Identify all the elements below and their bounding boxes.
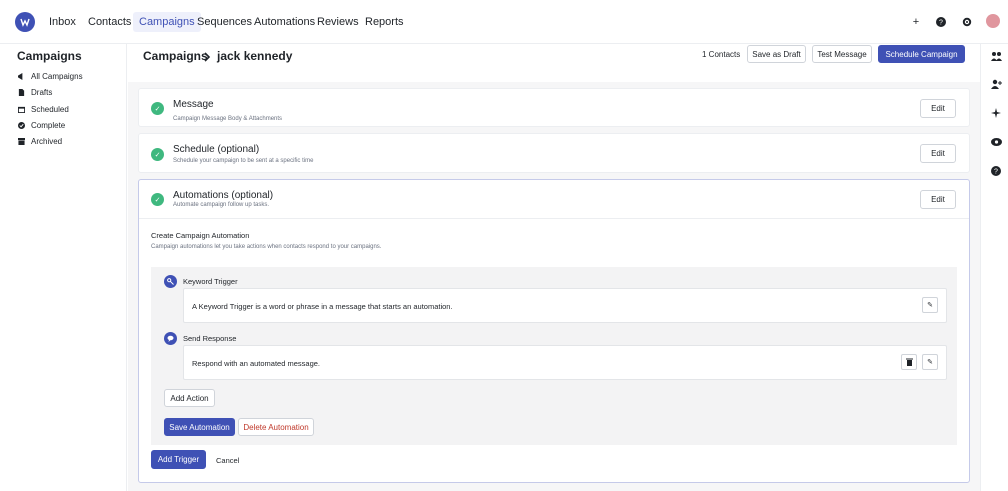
sidebar-item-archived[interactable]: Archived [18, 137, 62, 146]
divider [139, 218, 969, 219]
nav-inbox[interactable]: Inbox [49, 12, 76, 32]
add-action-button[interactable]: Add Action [164, 389, 215, 407]
sidebar-item-complete[interactable]: Complete [18, 121, 65, 130]
document-icon [18, 89, 25, 96]
sidebar-item-drafts[interactable]: Drafts [18, 88, 52, 97]
step-subtitle: Campaign Message Body & Attachments [173, 116, 283, 122]
main-content: ✓ Message Campaign Message Body & Attach… [128, 82, 980, 491]
edit-message-button[interactable]: Edit [920, 99, 956, 118]
trigger-label: Keyword Trigger [183, 277, 238, 286]
action-label: Send Response [183, 334, 237, 343]
step-title: Message [173, 99, 214, 110]
help-icon[interactable]: ? [934, 15, 948, 29]
sidebar-item-label: Drafts [31, 88, 53, 97]
trigger-text: A Keyword Trigger is a word or phrase in… [192, 302, 453, 311]
sidebar-item-label: Archived [31, 137, 63, 146]
gear-icon[interactable] [960, 15, 974, 29]
sparkle-icon[interactable] [990, 107, 1002, 119]
group-icon[interactable] [990, 50, 1002, 62]
nav-automations[interactable]: Automations [254, 12, 315, 32]
breadcrumb-current: jack kennedy [217, 49, 293, 63]
check-icon: ✓ [151, 193, 164, 206]
edit-icon[interactable]: ✎ [922, 354, 938, 370]
check-icon: ✓ [151, 102, 164, 115]
cancel-button[interactable]: Cancel [216, 456, 239, 465]
chat-icon [164, 332, 177, 345]
edit-icon[interactable]: ✎ [922, 297, 938, 313]
calendar-icon [18, 106, 25, 113]
sidebar-title: Campaigns [17, 49, 82, 63]
action-text: Respond with an automated message. [192, 359, 320, 368]
sidebar-item-all-campaigns[interactable]: All Campaigns [18, 72, 83, 81]
edit-automations-button[interactable]: Edit [920, 190, 956, 209]
nav-contacts[interactable]: Contacts [88, 12, 131, 32]
add-trigger-button[interactable]: Add Trigger [151, 450, 206, 469]
sidebar-item-label: All Campaigns [31, 72, 83, 81]
svg-text:?: ? [994, 169, 998, 176]
sidebar-item-label: Complete [31, 121, 66, 130]
right-rail: ? [980, 44, 1008, 491]
archive-icon [18, 138, 25, 145]
nav-reports[interactable]: Reports [365, 12, 404, 32]
nav-reviews[interactable]: Reviews [317, 12, 359, 32]
save-draft-button[interactable]: Save as Draft [747, 45, 806, 63]
test-message-button[interactable]: Test Message [812, 45, 872, 63]
trash-icon[interactable] [901, 354, 917, 370]
check-circle-icon [18, 122, 25, 129]
plus-icon[interactable]: + [909, 15, 923, 29]
app-logo[interactable] [15, 12, 35, 32]
check-icon: ✓ [151, 148, 164, 161]
automation-heading: Create Campaign Automation [151, 231, 250, 240]
step-card-automations: ✓ Automations (optional) Automate campai… [138, 179, 970, 483]
nav-campaigns[interactable]: Campaigns [133, 12, 201, 32]
contacts-count[interactable]: 1 Contacts [702, 50, 740, 59]
chevron-right-icon [203, 49, 211, 65]
megaphone-icon [18, 73, 23, 80]
top-navigation: Inbox Contacts Campaigns Sequences Autom… [0, 0, 1008, 44]
automation-builder-panel: Keyword Trigger A Keyword Trigger is a w… [151, 267, 957, 445]
trigger-box[interactable]: A Keyword Trigger is a word or phrase in… [183, 288, 947, 323]
nav-sequences[interactable]: Sequences [197, 12, 252, 32]
sidebar-item-label: Scheduled [31, 105, 69, 114]
step-title: Automations (optional) [173, 190, 274, 201]
save-automation-button[interactable]: Save Automation [164, 418, 235, 436]
step-subtitle: Schedule your campaign to be sent at a s… [173, 158, 314, 164]
edit-schedule-button[interactable]: Edit [920, 144, 956, 163]
campaigns-sidebar: Campaigns All Campaigns Drafts Scheduled… [0, 44, 127, 491]
user-add-icon[interactable] [990, 78, 1002, 90]
step-card-message: ✓ Message Campaign Message Body & Attach… [138, 88, 970, 127]
eye-icon[interactable] [990, 136, 1002, 148]
automation-description: Campaign automations let you take action… [151, 244, 382, 250]
step-title: Schedule (optional) [173, 144, 260, 155]
help-icon[interactable]: ? [990, 165, 1002, 177]
schedule-campaign-button[interactable]: Schedule Campaign [878, 45, 965, 63]
action-box[interactable]: Respond with an automated message. ✎ [183, 345, 947, 380]
svg-text:?: ? [939, 20, 943, 27]
sidebar-item-scheduled[interactable]: Scheduled [18, 105, 69, 114]
step-card-schedule: ✓ Schedule (optional) Schedule your camp… [138, 133, 970, 173]
breadcrumb-root[interactable]: Campaigns [143, 49, 208, 63]
key-icon [164, 275, 177, 288]
step-subtitle: Automate campaign follow up tasks. [173, 202, 270, 208]
avatar[interactable] [986, 14, 1000, 28]
logo-icon [20, 18, 30, 27]
delete-automation-button[interactable]: Delete Automation [238, 418, 314, 436]
